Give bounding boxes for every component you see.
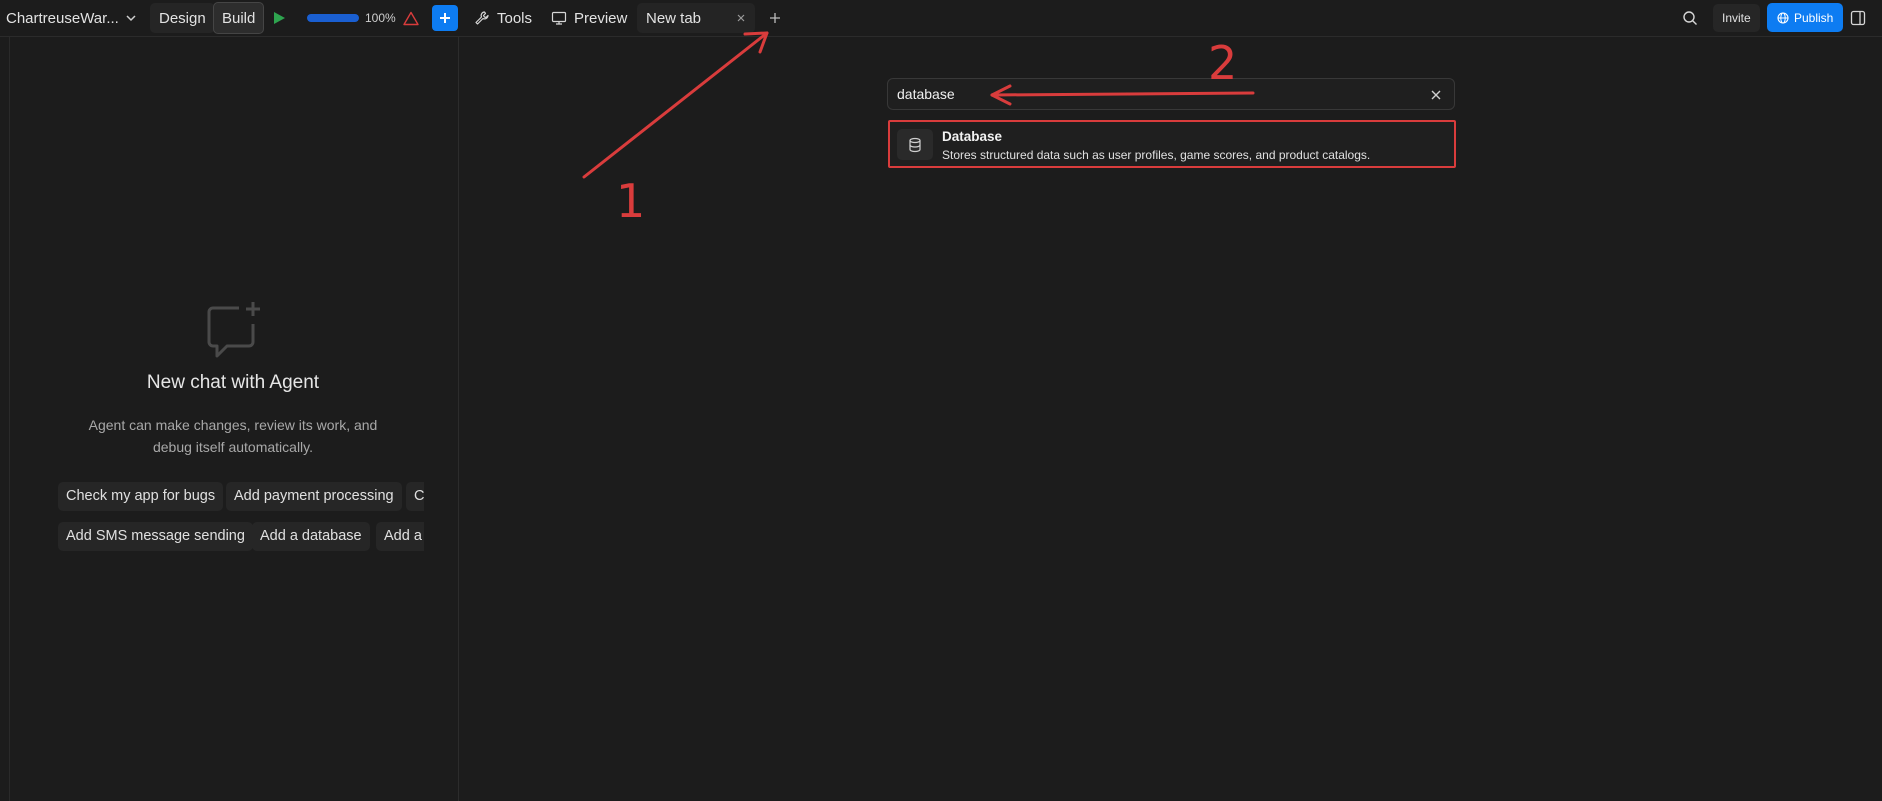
arrow-1 xyxy=(582,31,769,179)
preview-button[interactable]: Preview xyxy=(551,6,627,30)
publish-label: Publish xyxy=(1794,10,1834,25)
suggestion-chip[interactable]: C xyxy=(406,482,424,511)
result-description: Stores structured data such as user prof… xyxy=(942,148,1371,162)
monitor-icon xyxy=(551,10,567,26)
suggestion-chips: Check my app for bugs Add payment proces… xyxy=(58,0,424,801)
close-icon[interactable] xyxy=(735,12,747,24)
search-result-database[interactable]: Database Stores structured data such as … xyxy=(888,120,1456,168)
new-tab-button[interactable] xyxy=(765,8,785,28)
search-input[interactable] xyxy=(897,79,1397,109)
invite-button[interactable]: Invite xyxy=(1713,4,1760,32)
suggestion-chip[interactable]: Add SMS message sending xyxy=(58,522,253,551)
left-edge-strip xyxy=(0,37,10,801)
publish-button[interactable]: Publish xyxy=(1767,3,1844,32)
annotation-label-1: 1 xyxy=(616,174,646,228)
suggestion-chip[interactable]: Add a database xyxy=(252,522,370,551)
tab-new-tab[interactable]: New tab xyxy=(637,3,755,33)
globe-icon xyxy=(1777,11,1789,24)
result-title: Database xyxy=(942,129,1003,144)
add-button[interactable] xyxy=(432,5,458,31)
search-icon[interactable] xyxy=(1680,8,1700,28)
clear-icon[interactable] xyxy=(1430,88,1442,100)
suggestion-chip[interactable]: Add payment processing xyxy=(226,482,402,511)
annotation-label-2: 2 xyxy=(1208,36,1238,90)
tools-button[interactable]: Tools xyxy=(474,6,532,30)
tools-label: Tools xyxy=(497,9,533,27)
database-icon xyxy=(897,129,933,160)
preview-label: Preview xyxy=(574,9,628,27)
search-box xyxy=(887,78,1455,110)
suggestion-chip[interactable]: Check my app for bugs xyxy=(58,482,224,511)
suggestion-chip[interactable]: Add a xyxy=(376,522,424,551)
panel-divider[interactable] xyxy=(458,37,459,801)
wrench-icon xyxy=(474,10,490,26)
tab-label: New tab xyxy=(646,9,702,27)
sidebar-toggle-icon[interactable] xyxy=(1848,8,1868,28)
